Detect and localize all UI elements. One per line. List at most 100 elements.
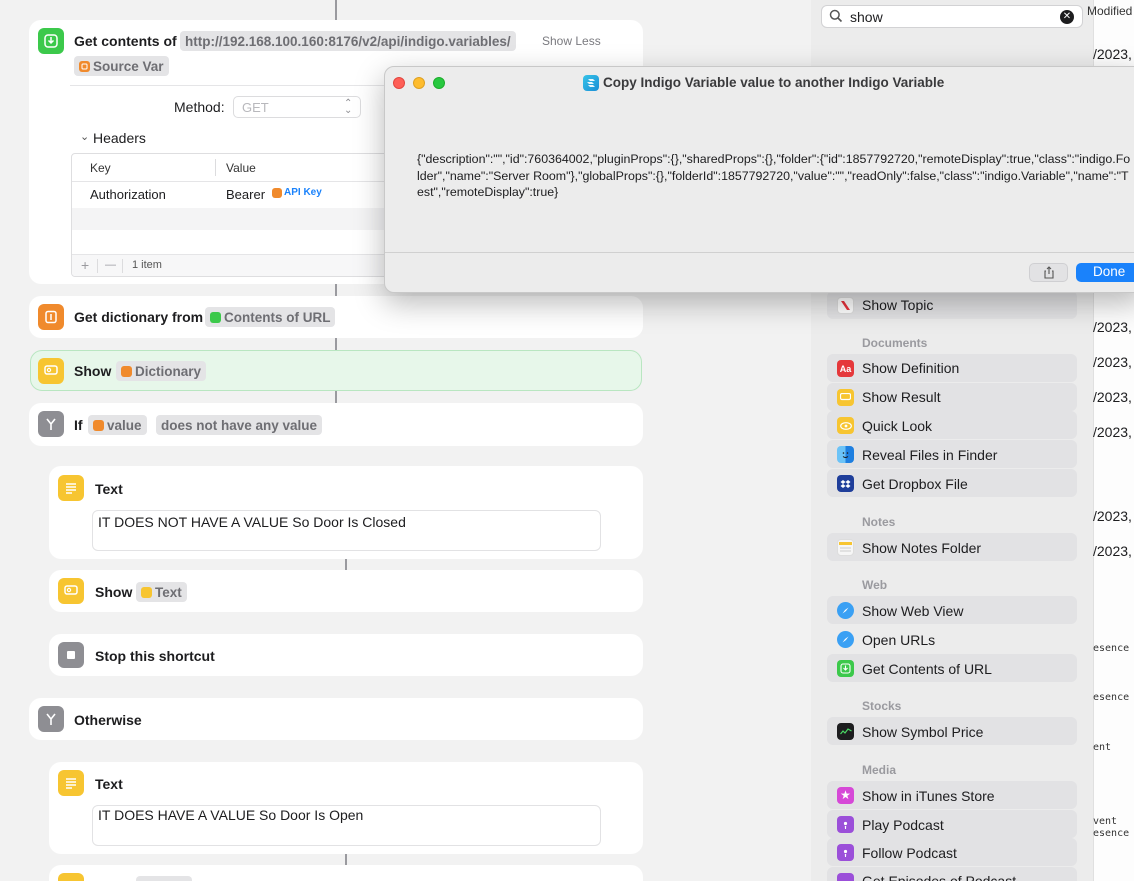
token-label: Dictionary — [135, 363, 202, 379]
zoom-window-button[interactable] — [433, 77, 445, 89]
show-less-button[interactable]: Show Less — [542, 34, 601, 48]
text-content-field[interactable]: IT DOES NOT HAVE A VALUE So Door Is Clos… — [92, 510, 601, 551]
log-fragment: esence — [1093, 692, 1130, 703]
action-title: Text — [95, 481, 123, 497]
branch-icon — [38, 706, 64, 732]
flow-connector — [345, 854, 347, 865]
search-input[interactable]: show — [850, 9, 883, 25]
search-icon — [829, 9, 843, 26]
download-icon — [210, 311, 221, 323]
item-count: 1 item — [132, 259, 162, 271]
section-header-media: Media — [862, 763, 897, 777]
column-separator — [215, 159, 216, 176]
done-button[interactable]: Done — [1076, 263, 1134, 282]
method-label: Method: — [174, 99, 225, 115]
url-text: http://192.168.100.160:8176/v2/api/indig… — [185, 33, 511, 49]
sidebar-item-label: Show Symbol Price — [862, 724, 984, 740]
safari-icon — [837, 602, 854, 619]
token-label: value — [107, 417, 142, 433]
log-fragment: vent — [1093, 816, 1118, 827]
token-label: Contents of URL — [224, 309, 331, 325]
action-title: Get dictionary from — [74, 309, 204, 325]
footer-separator — [122, 259, 123, 273]
sidebar-item-label: Get Episodes of Podcast — [862, 873, 1017, 881]
api-key-token[interactable]: API Key — [272, 187, 322, 198]
add-row-button[interactable]: + — [81, 257, 89, 273]
column-header-key: Key — [90, 161, 111, 175]
text-content: IT DOES HAVE A VALUE So Door Is Open — [98, 807, 364, 823]
flow-connector — [335, 391, 337, 403]
headers-table: Key Value Authorization Bearer API Key +… — [71, 153, 391, 277]
header-value-prefix[interactable]: Bearer — [226, 187, 265, 202]
dialog-title: Copy Indigo Variable value to another In… — [603, 75, 945, 90]
sidebar-item-label: Follow Podcast — [862, 845, 957, 861]
section-header-stocks: Stocks — [862, 699, 902, 713]
show-result-icon — [58, 873, 84, 881]
action-title: Show — [74, 363, 112, 379]
download-icon — [38, 28, 64, 54]
sidebar-item-label: Show Definition — [862, 360, 960, 376]
method-value: GET — [242, 100, 269, 115]
section-header-notes: Notes — [862, 515, 896, 529]
search-field[interactable]: show ✕ — [821, 5, 1083, 28]
source-var-token[interactable]: Source Var — [74, 56, 169, 76]
sidebar-item-label: Play Podcast — [862, 817, 944, 833]
stop-icon — [58, 642, 84, 668]
show-result-icon — [38, 358, 64, 384]
flow-connector — [335, 338, 337, 350]
sidebar-item-label: Show in iTunes Store — [862, 788, 995, 804]
finder-icon — [837, 446, 854, 463]
dialog-body-text: {"description":"","id":760364002,"plugin… — [417, 152, 1131, 199]
table-footer — [72, 254, 390, 276]
sidebar-item-open-urls[interactable]: Open URLs — [862, 632, 935, 648]
sidebar-item-label: Get Contents of URL — [862, 661, 992, 677]
podcast-icon — [837, 873, 854, 881]
chevron-down-icon[interactable]: ⌄ — [80, 130, 89, 143]
text-token[interactable] — [136, 876, 192, 881]
contents-of-url-token[interactable]: Contents of URL — [205, 307, 336, 327]
sidebar-item-label: Show Web View — [862, 603, 964, 619]
sidebar-item-label: Quick Look — [862, 418, 933, 434]
dictionary-token[interactable]: Dictionary — [116, 361, 207, 381]
sidebar-item-label: Show Result — [862, 389, 941, 405]
footer-separator — [97, 259, 98, 273]
chevron-updown-icon: ⌃ ⌄ — [344, 98, 353, 116]
api-key-label: API Key — [284, 187, 322, 198]
text-token[interactable]: Text — [136, 582, 187, 602]
column-header-value: Value — [226, 161, 256, 175]
notes-icon — [837, 539, 854, 556]
news-icon — [837, 297, 854, 314]
condition-token[interactable]: does not have any value — [156, 415, 323, 435]
method-select[interactable]: GET ⌃ ⌄ — [233, 96, 361, 118]
close-window-button[interactable] — [393, 77, 405, 89]
text-content-field[interactable]: IT DOES HAVE A VALUE So Door Is Open — [92, 805, 601, 846]
variable-icon — [79, 60, 90, 72]
eye-icon — [837, 417, 854, 434]
token-label: Text — [155, 584, 182, 600]
url-token[interactable]: http://192.168.100.160:8176/v2/api/indig… — [180, 31, 516, 51]
action-title: Get contents of — [74, 33, 177, 49]
action-title: Otherwise — [74, 712, 142, 728]
action-title: If — [74, 417, 83, 433]
sidebar-item-label: Reveal Files in Finder — [862, 447, 998, 463]
clear-search-icon[interactable]: ✕ — [1060, 10, 1074, 24]
date-fragment: /2023, — [1093, 319, 1132, 335]
variable-icon — [272, 187, 282, 198]
header-key-cell[interactable]: Authorization — [90, 187, 166, 202]
headers-label[interactable]: Headers — [93, 130, 146, 146]
remove-row-button[interactable]: — — [105, 259, 116, 271]
date-fragment: /2023, — [1093, 389, 1132, 405]
minimize-window-button[interactable] — [413, 77, 425, 89]
shortcuts-app-icon — [583, 75, 599, 91]
value-token[interactable]: value — [88, 415, 147, 435]
section-header-documents: Documents — [862, 336, 928, 350]
podcast-icon — [837, 816, 854, 833]
log-fragment: ent — [1093, 742, 1112, 753]
text-icon — [58, 475, 84, 501]
share-button[interactable] — [1029, 263, 1068, 282]
date-fragment: /2023, — [1093, 543, 1132, 559]
download-icon — [837, 660, 854, 677]
star-icon: ★ — [837, 787, 854, 804]
done-label: Done — [1093, 264, 1126, 279]
stocks-icon — [837, 723, 854, 740]
